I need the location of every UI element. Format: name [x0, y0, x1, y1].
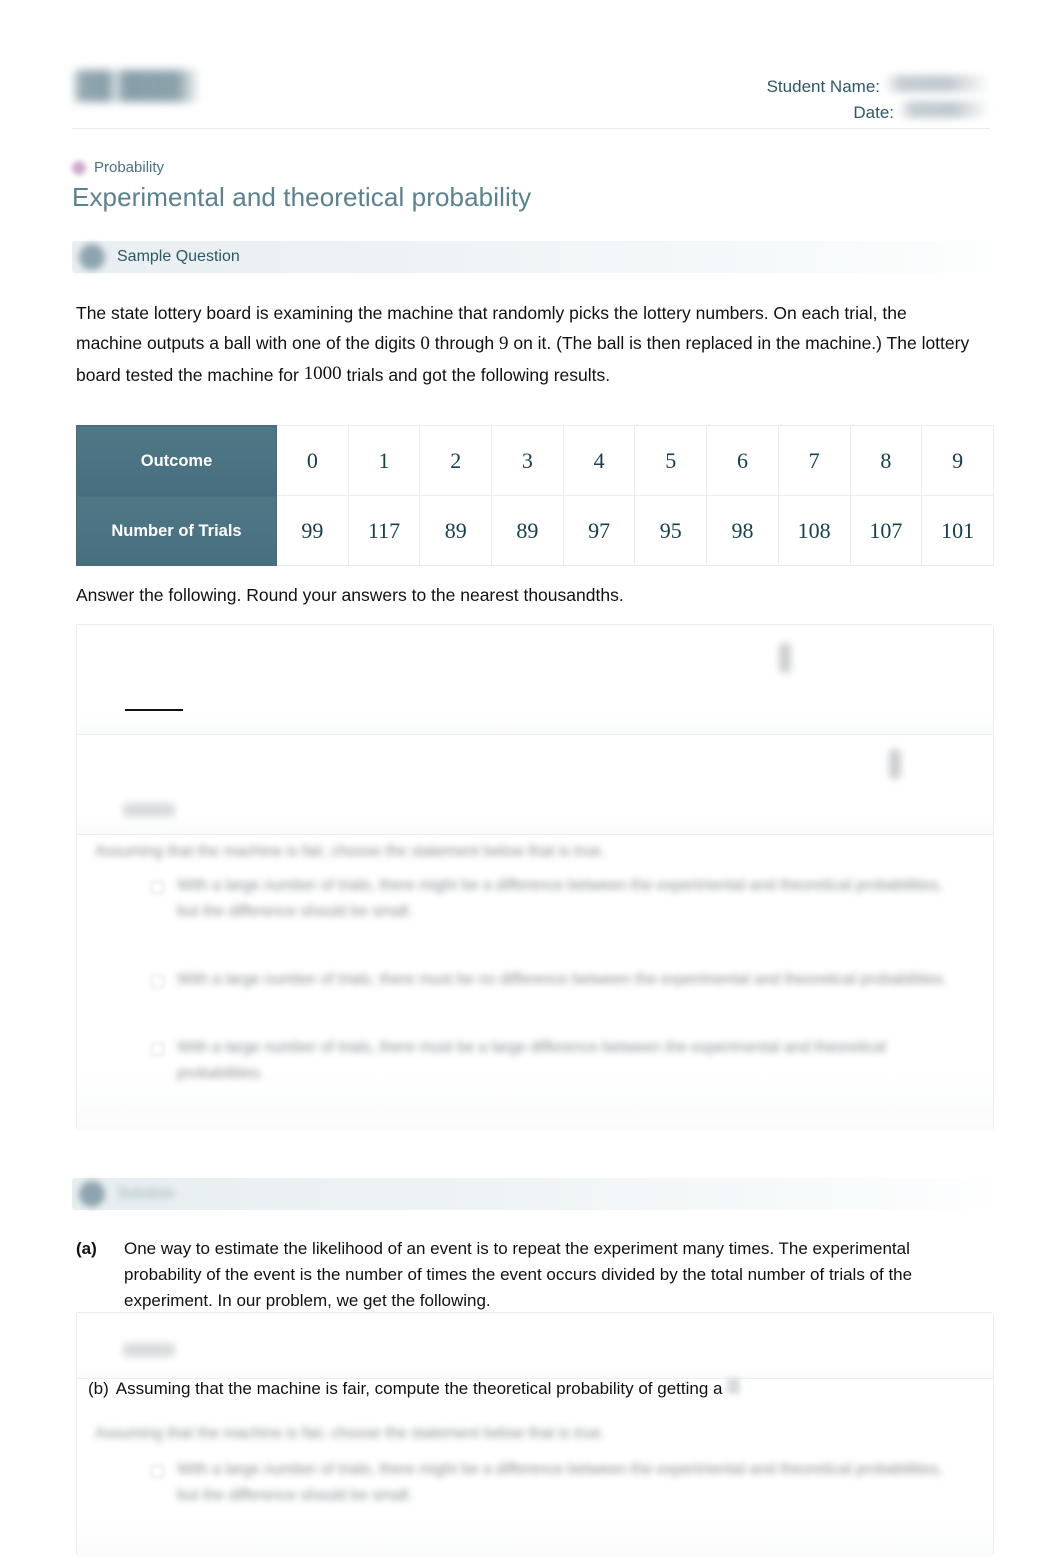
- question-part-4: trials and got the following results.: [341, 365, 611, 385]
- topic-dot-icon: [72, 160, 86, 175]
- student-name-label: Student Name:: [766, 77, 880, 96]
- sample-question-banner: Sample Question: [72, 241, 990, 273]
- trials-cell: 95: [634, 495, 708, 566]
- outcome-cell: 5: [634, 425, 708, 496]
- solution-part-a: (a) One way to estimate the likelihood o…: [76, 1236, 986, 1314]
- table-row-outcome: Outcome 0 1 2 3 4 5 6 7 8 9: [76, 425, 994, 496]
- solution-banner: Solution: [72, 1178, 990, 1210]
- trials-cell: 107: [849, 495, 923, 566]
- option-checkbox-2[interactable]: [151, 975, 164, 988]
- date-value[interactable]: [898, 100, 990, 118]
- solution-a-tag: (a): [76, 1239, 97, 1258]
- trials-cell: 89: [491, 495, 564, 566]
- aleks-logo: [72, 70, 200, 102]
- breadcrumb: Probability: [72, 159, 164, 176]
- trials-cell: 101: [921, 495, 994, 566]
- option-label-2[interactable]: With a large number of trials, there mus…: [177, 967, 967, 993]
- trials-cell: 97: [562, 495, 636, 566]
- option-label-3[interactable]: With a large number of trials, there mus…: [177, 1035, 967, 1087]
- option-prompt: Assuming that the machine is fair, choos…: [95, 843, 606, 860]
- header-divider: [72, 128, 990, 129]
- outcome-cell: 0: [276, 425, 349, 496]
- option-label-1[interactable]: With a large number of trials, there mig…: [177, 873, 967, 925]
- option-checkbox-bottom-1[interactable]: [151, 1465, 164, 1478]
- student-name-row: Student Name:: [767, 74, 990, 100]
- page-header: Student Name: Date:: [72, 62, 990, 122]
- outcome-cell: 9: [921, 425, 994, 496]
- blurred-inline-box: [727, 1378, 741, 1394]
- student-info-block: Student Name: Date:: [767, 62, 990, 125]
- outcome-cell: 1: [347, 425, 421, 496]
- answer-panel: Assuming that the machine is fair, choos…: [76, 624, 994, 1131]
- option-label-bottom-1[interactable]: With a large number of trials, there mig…: [177, 1457, 967, 1509]
- table-header-outcome: Outcome: [76, 425, 277, 496]
- solution-b-tag: (b): [88, 1379, 109, 1398]
- question-part-2: through: [429, 333, 499, 353]
- outcome-cell: 7: [777, 425, 851, 496]
- question-text: The state lottery board is examining the…: [76, 298, 976, 390]
- date-label: Date:: [853, 102, 894, 122]
- answer-row-bottom-2: Assuming that the machine is fair, choos…: [77, 1379, 993, 1557]
- trials-cell: 99: [276, 495, 349, 566]
- answer-row-a: [77, 625, 993, 735]
- outcome-cell: 2: [419, 425, 493, 496]
- date-row: Date:: [767, 100, 990, 126]
- blurred-answer-box-a[interactable]: [779, 643, 791, 673]
- student-name-value[interactable]: [884, 75, 990, 92]
- topic-label: Probability: [94, 159, 165, 176]
- table-row-trials: Number of Trials 99 117 89 89 97 95 98 1…: [76, 495, 994, 566]
- solution-a-text: One way to estimate the likelihood of an…: [124, 1239, 913, 1310]
- trials-cell: 117: [347, 495, 421, 566]
- option-prompt-bottom: Assuming that the machine is fair, choos…: [95, 1425, 606, 1442]
- answer-row-c: Assuming that the machine is fair, choos…: [77, 835, 993, 1131]
- answer-panel-bottom: Assuming that the machine is fair, choos…: [76, 1312, 994, 1557]
- solution-badge-icon: [79, 1181, 105, 1207]
- option-checkbox-1[interactable]: [151, 881, 164, 894]
- outcome-cell: 8: [849, 425, 923, 496]
- digit-low: 0: [420, 333, 430, 354]
- blurred-answer-box-b[interactable]: [889, 749, 901, 779]
- answer-row-bottom-1: [77, 1313, 993, 1379]
- answer-row-b: [77, 735, 993, 835]
- page-title: Experimental and theoretical probability: [72, 182, 532, 212]
- trials-cell: 98: [706, 495, 779, 566]
- trials-cell: 108: [777, 495, 851, 566]
- outcome-cell: 4: [562, 425, 636, 496]
- results-table: Outcome 0 1 2 3 4 5 6 7 8 9 Number of Tr…: [76, 425, 994, 566]
- instruction-text: Answer the following. Round your answers…: [76, 585, 624, 605]
- question-badge-icon: [79, 244, 105, 270]
- blurred-label-bottom: [123, 1343, 175, 1357]
- blurred-label-b: [123, 803, 175, 817]
- outcome-cell: 6: [706, 425, 779, 496]
- sample-question-label: Sample Question: [117, 248, 240, 265]
- solution-b-text: Assuming that the machine is fair, compu…: [115, 1379, 723, 1398]
- trial-count: 1000: [303, 363, 342, 384]
- outcome-cell: 3: [491, 425, 564, 496]
- fraction-bar-a: [125, 709, 183, 711]
- solution-label: Solution: [117, 1185, 175, 1202]
- option-checkbox-3[interactable]: [151, 1043, 164, 1056]
- table-header-trials: Number of Trials: [76, 495, 277, 566]
- solution-part-b: (b) Assuming that the machine is fair, c…: [88, 1378, 741, 1399]
- trials-cell: 89: [419, 495, 493, 566]
- results-table-wrapper: Outcome 0 1 2 3 4 5 6 7 8 9 Number of Tr…: [76, 425, 994, 570]
